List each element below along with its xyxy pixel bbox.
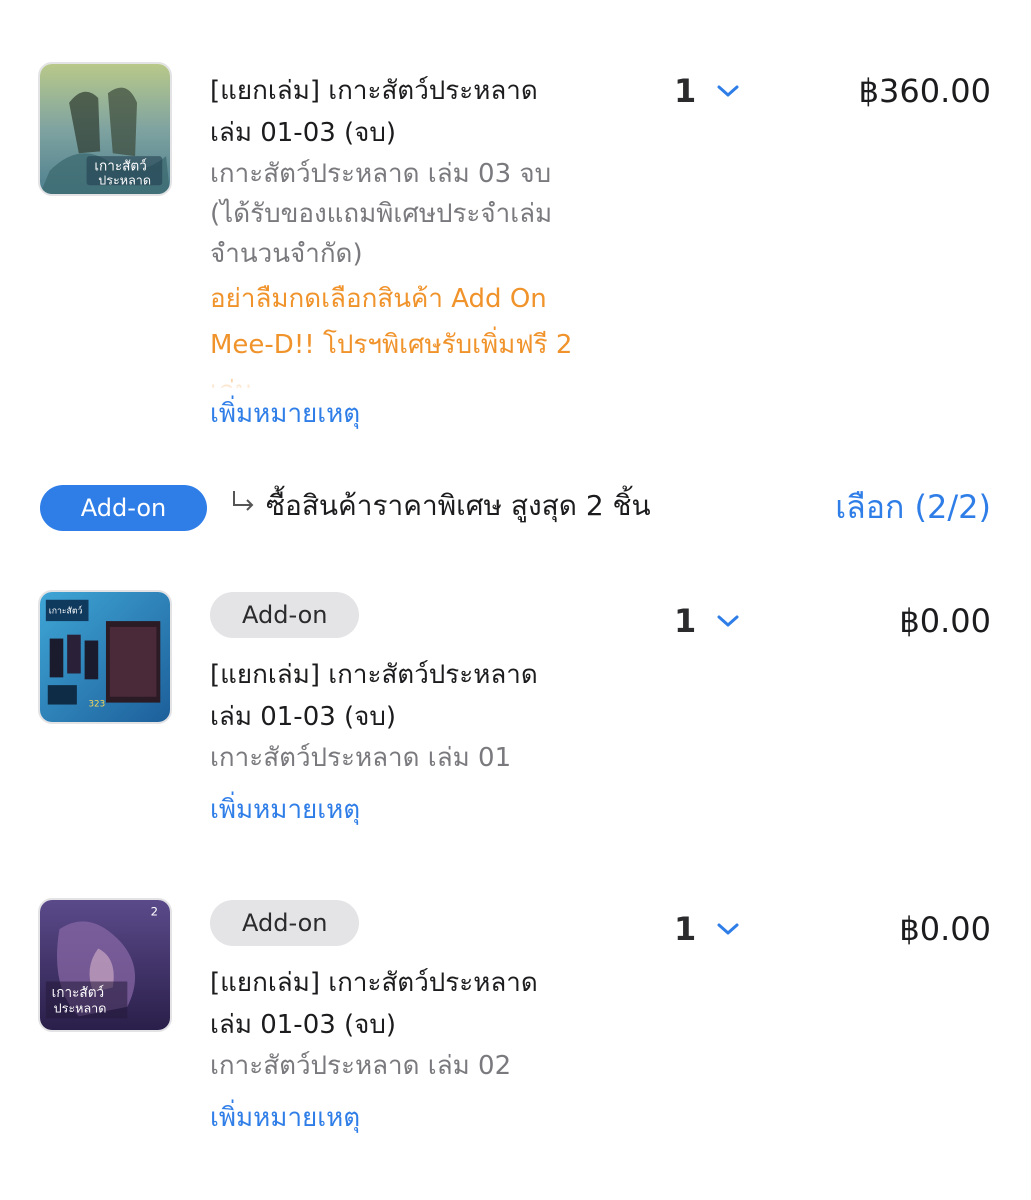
item-variant: เกาะสัตว์ประหลาด เล่ม 02 (210, 1051, 512, 1081)
item-info: Add-on [แยกเล่ม] เกาะสัตว์ประหลาด เล่ม 0… (210, 900, 630, 1138)
chevron-down-icon (717, 85, 739, 97)
quantity-value: 1 (674, 910, 697, 948)
item-title-line2: เล่ม 01-03 (จบ) (210, 702, 397, 732)
promo-line: อย่าลืมกดเลือกสินค้า Add On (210, 284, 547, 314)
book-cover-image: เกาะสัตว์ 323 (40, 592, 170, 722)
product-thumbnail[interactable]: เกาะสัตว์ ประหลาด 2 (38, 898, 172, 1032)
product-thumbnail[interactable]: เกาะสัตว์ 323 (38, 590, 172, 724)
addon-badge: Add-on (210, 592, 360, 638)
quantity-dropdown[interactable]: 1 (674, 72, 740, 110)
item-title: [แยกเล่ม] เกาะสัตว์ประหลาด เล่ม 01-03 (จ… (210, 70, 630, 154)
item-info: [แยกเล่ม] เกาะสัตว์ประหลาด เล่ม 01-03 (จ… (210, 70, 630, 434)
item-variant: เกาะสัตว์ประหลาด เล่ม 01 (210, 743, 512, 773)
variant-line: เกาะสัตว์ประหลาด เล่ม 03 จบ (210, 159, 552, 189)
item-title-line2: เล่ม 01-03 (จบ) (210, 1010, 397, 1040)
item-price: ฿0.00 (899, 910, 991, 948)
item-title-line1: [แยกเล่ม] เกาะสัตว์ประหลาด (210, 660, 538, 690)
item-title-line1: [แยกเล่ม] เกาะสัตว์ประหลาด (210, 76, 538, 106)
svg-text:ประหลาด: ประหลาด (98, 172, 151, 187)
item-title-line2: เล่ม 01-03 (จบ) (210, 118, 397, 148)
addon-select-button[interactable]: เลือก (2/2) (835, 483, 991, 531)
addon-description: ซื้อสินค้าราคาพิเศษ สูงสุด 2 ชิ้น (266, 489, 651, 522)
chevron-down-icon (717, 923, 739, 935)
item-price: ฿360.00 (858, 72, 991, 110)
add-note-link[interactable]: เพิ่มหมายเหตุ (210, 1098, 630, 1138)
promo-message: อย่าลืมกดเลือกสินค้า Add On Mee-D!! โปรฯ… (210, 276, 630, 392)
quantity-dropdown[interactable]: 1 (674, 602, 740, 640)
item-info: Add-on [แยกเล่ม] เกาะสัตว์ประหลาด เล่ม 0… (210, 592, 630, 830)
product-thumbnail[interactable]: เกาะสัตว์ ประหลาด (38, 62, 172, 196)
item-variant: เกาะสัตว์ประหลาด เล่ม 03 จบ (ได้รับของแถ… (210, 154, 630, 274)
quantity-value: 1 (674, 72, 697, 110)
promo-line: เล่ม (210, 368, 630, 388)
chevron-down-icon (717, 615, 739, 627)
add-note-link[interactable]: เพิ่มหมายเหตุ (210, 790, 630, 830)
svg-text:เกาะสัตว์: เกาะสัตว์ (49, 605, 83, 616)
addon-pill: Add-on (40, 485, 207, 531)
svg-text:ประหลาด: ประหลาด (54, 1001, 107, 1016)
promo-line: Mee-D!! โปรฯพิเศษรับเพิ่มฟรี 2 (210, 330, 573, 360)
return-arrow-icon (233, 491, 254, 511)
item-title-line1: [แยกเล่ม] เกาะสัตว์ประหลาด (210, 968, 538, 998)
svg-text:เกาะสัตว์: เกาะสัตว์ (52, 984, 105, 1001)
book-cover-image: เกาะสัตว์ ประหลาด (40, 64, 170, 194)
addon-bar: Add-on ซื้อสินค้าราคาพิเศษ สูงสุด 2 ชิ้น… (0, 483, 1031, 535)
add-note-link[interactable]: เพิ่มหมายเหตุ (210, 394, 630, 434)
book-cover-image: เกาะสัตว์ ประหลาด 2 (40, 900, 170, 1030)
quantity-dropdown[interactable]: 1 (674, 910, 740, 948)
svg-text:323: 323 (89, 699, 106, 709)
item-title: [แยกเล่ม] เกาะสัตว์ประหลาด เล่ม 01-03 (จ… (210, 962, 630, 1046)
quantity-value: 1 (674, 602, 697, 640)
variant-line: (ได้รับของแถมพิเศษประจำเล่ม (210, 199, 553, 229)
svg-text:2: 2 (151, 905, 158, 919)
item-title: [แยกเล่ม] เกาะสัตว์ประหลาด เล่ม 01-03 (จ… (210, 654, 630, 738)
variant-line: จำนวนจำกัด) (210, 239, 363, 269)
addon-badge: Add-on (210, 900, 360, 946)
item-price: ฿0.00 (899, 602, 991, 640)
